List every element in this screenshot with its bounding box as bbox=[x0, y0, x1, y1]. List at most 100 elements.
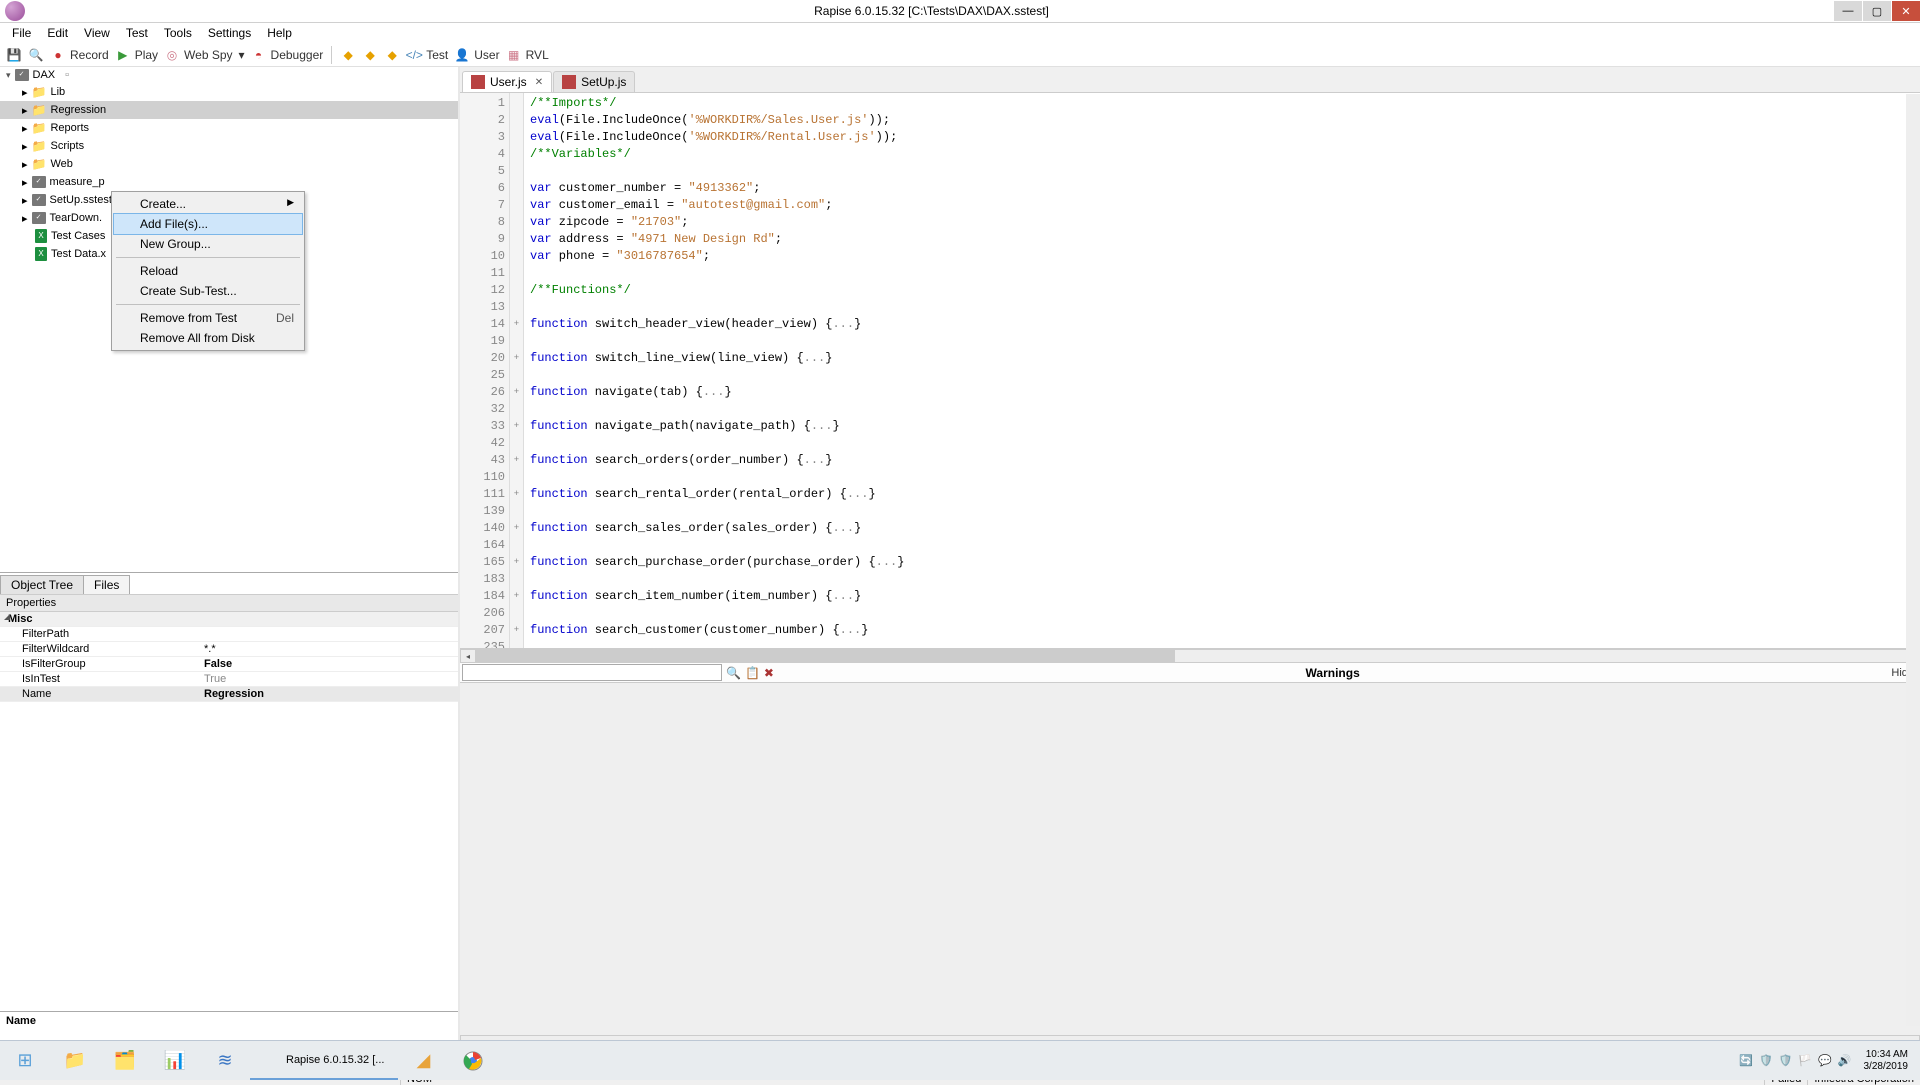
cm-remove-from-test[interactable]: Remove from TestDel bbox=[114, 308, 302, 328]
tab-object-tree[interactable]: Object Tree bbox=[0, 575, 84, 594]
menubar: File Edit View Test Tools Settings Help bbox=[0, 23, 1920, 43]
find-icon[interactable]: 🔍 bbox=[28, 47, 44, 63]
maximize-button[interactable]: ▢ bbox=[1863, 1, 1891, 21]
expand-icon[interactable]: ▸ bbox=[22, 212, 28, 225]
props-category[interactable]: Misc bbox=[0, 612, 200, 626]
output-area[interactable] bbox=[460, 683, 1920, 1035]
block3-icon[interactable]: ◆ bbox=[384, 47, 400, 63]
tree-root[interactable]: DAX bbox=[33, 69, 56, 81]
bug-icon: ◓ bbox=[251, 47, 267, 63]
fold-column[interactable]: ++++++++++ bbox=[510, 93, 524, 648]
tray-notify-icon[interactable]: 💬 bbox=[1818, 1054, 1832, 1067]
search-icon[interactable]: 🔍 bbox=[726, 666, 741, 680]
tray-flag-icon[interactable]: 🏳️ bbox=[1798, 1054, 1812, 1067]
vscode-icon[interactable]: ≋ bbox=[200, 1042, 250, 1080]
scroll-thumb[interactable] bbox=[475, 650, 1175, 662]
cm-new-group[interactable]: New Group... bbox=[114, 234, 302, 254]
record-icon: ● bbox=[50, 47, 66, 63]
editor-hscrollbar[interactable]: ◂ ▸ bbox=[460, 649, 1920, 663]
folder-icon: 📁 bbox=[32, 121, 47, 135]
code-editor[interactable]: 1234567891011121314192025263233424311011… bbox=[460, 93, 1920, 649]
folder-icon: 📁 bbox=[32, 157, 47, 171]
chevron-right-icon: ▶ bbox=[287, 197, 294, 208]
chrome-icon[interactable] bbox=[448, 1042, 498, 1080]
record-button[interactable]: ● Record bbox=[50, 47, 109, 63]
js-file-icon: ✓ bbox=[32, 176, 46, 188]
tree-item[interactable]: Reports bbox=[50, 122, 89, 134]
cm-add-files[interactable]: Add File(s)... bbox=[114, 214, 302, 234]
expand-icon[interactable]: ▸ bbox=[22, 176, 28, 189]
cm-create-subtest[interactable]: Create Sub-Test... bbox=[114, 281, 302, 301]
menu-view[interactable]: View bbox=[76, 24, 118, 42]
tree-item[interactable]: Regression bbox=[50, 104, 106, 116]
tree-item[interactable]: TearDown. bbox=[50, 212, 103, 224]
test-button[interactable]: </> Test bbox=[406, 47, 448, 63]
start-button[interactable]: ⊞ bbox=[0, 1042, 50, 1080]
user-button[interactable]: 👤 User bbox=[454, 47, 499, 63]
tree-item[interactable]: Lib bbox=[50, 86, 65, 98]
tree-item[interactable]: Scripts bbox=[50, 140, 84, 152]
expand-icon[interactable]: ▸ bbox=[22, 158, 28, 171]
test-icon: ✓ bbox=[15, 69, 29, 81]
folder-icon[interactable]: 🗂️ bbox=[100, 1042, 150, 1080]
properties-header: Properties bbox=[0, 594, 458, 612]
window-vscrollbar[interactable] bbox=[1906, 94, 1920, 1026]
rvl-button[interactable]: ▦ RVL bbox=[506, 47, 549, 63]
collapse-icon[interactable]: ◢ bbox=[4, 612, 10, 621]
clear-icon[interactable]: ✖ bbox=[764, 666, 774, 680]
cm-reload[interactable]: Reload bbox=[114, 261, 302, 281]
menu-settings[interactable]: Settings bbox=[200, 24, 259, 42]
expand-icon[interactable]: ▸ bbox=[22, 140, 28, 153]
menu-help[interactable]: Help bbox=[259, 24, 300, 42]
dropdown-icon[interactable]: ▫ bbox=[65, 69, 69, 81]
tray-shield-icon[interactable]: 🛡️ bbox=[1759, 1054, 1773, 1067]
tree-item[interactable]: Test Data.x bbox=[51, 248, 106, 260]
folder-icon: 📁 bbox=[32, 103, 47, 117]
copy-icon[interactable]: 📋 bbox=[745, 666, 760, 680]
collapse-icon[interactable]: ▾ bbox=[6, 70, 11, 81]
save-icon[interactable]: 💾 bbox=[6, 47, 22, 63]
menu-tools[interactable]: Tools bbox=[156, 24, 200, 42]
folder-icon: 📁 bbox=[32, 139, 47, 153]
tray-shield2-icon[interactable]: 🛡️ bbox=[1779, 1054, 1793, 1067]
code-content[interactable]: /**Imports*/ eval(File.IncludeOnce('%WOR… bbox=[524, 93, 1920, 648]
scroll-left-icon[interactable]: ◂ bbox=[461, 650, 475, 662]
menu-file[interactable]: File bbox=[4, 24, 39, 42]
find-input[interactable] bbox=[462, 664, 722, 681]
chart-icon[interactable]: 📊 bbox=[150, 1042, 200, 1080]
left-pane: ▾ ✓ DAX ▫ ▸📁Lib ▸📁Regression ▸📁Reports ▸… bbox=[0, 67, 460, 1071]
close-tab-icon[interactable]: ✕ bbox=[535, 77, 543, 88]
tree-item[interactable]: SetUp.sstest bbox=[50, 194, 112, 206]
rapise-taskbar[interactable]: Rapise 6.0.15.32 [... bbox=[250, 1042, 398, 1080]
tray-icon[interactable]: 🔄 bbox=[1739, 1054, 1753, 1067]
line-gutter: 1234567891011121314192025263233424311011… bbox=[460, 93, 510, 648]
tree-item[interactable]: Test Cases bbox=[51, 230, 105, 242]
clock[interactable]: 10:34 AM 3/28/2019 bbox=[1858, 1049, 1915, 1073]
menu-test[interactable]: Test bbox=[118, 24, 156, 42]
play-button[interactable]: ▶ Play bbox=[115, 47, 158, 63]
code-icon: </> bbox=[406, 47, 422, 63]
block2-icon[interactable]: ◆ bbox=[362, 47, 378, 63]
warnings-label: Warnings bbox=[778, 666, 1887, 680]
tray-sound-icon[interactable]: 🔊 bbox=[1838, 1054, 1852, 1067]
tab-user-js[interactable]: User.js ✕ bbox=[462, 71, 552, 92]
expand-icon[interactable]: ▸ bbox=[22, 86, 28, 99]
debugger-button[interactable]: ◓ Debugger bbox=[251, 47, 324, 63]
cm-remove-all[interactable]: Remove All from Disk bbox=[114, 328, 302, 348]
menu-edit[interactable]: Edit bbox=[39, 24, 76, 42]
close-button[interactable]: ✕ bbox=[1892, 1, 1920, 21]
tree-item[interactable]: measure_p bbox=[50, 176, 105, 188]
cm-create[interactable]: Create...▶ bbox=[114, 194, 302, 214]
explorer-icon[interactable]: 📁 bbox=[50, 1042, 100, 1080]
expand-icon[interactable]: ▸ bbox=[22, 104, 28, 117]
expand-icon[interactable]: ▸ bbox=[22, 122, 28, 135]
expand-icon[interactable]: ▸ bbox=[22, 194, 28, 207]
webspy-button[interactable]: ◎ Web Spy bbox=[164, 47, 232, 63]
block1-icon[interactable]: ◆ bbox=[340, 47, 356, 63]
tab-setup-js[interactable]: SetUp.js bbox=[553, 71, 635, 92]
file-tree[interactable]: ▾ ✓ DAX ▫ ▸📁Lib ▸📁Regression ▸📁Reports ▸… bbox=[0, 67, 458, 572]
app4-icon[interactable]: ◢ bbox=[398, 1042, 448, 1080]
tree-item[interactable]: Web bbox=[50, 158, 72, 170]
minimize-button[interactable]: — bbox=[1834, 1, 1862, 21]
tab-files[interactable]: Files bbox=[83, 575, 130, 594]
